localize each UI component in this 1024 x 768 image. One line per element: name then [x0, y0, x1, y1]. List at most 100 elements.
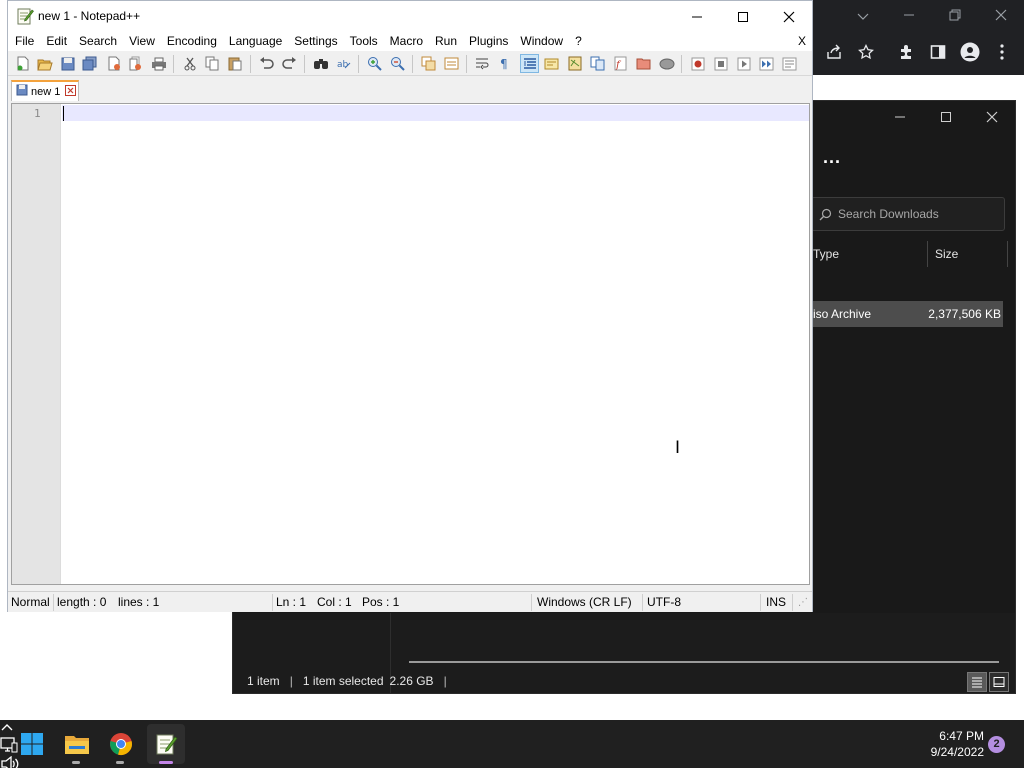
- text-caret: [63, 106, 64, 121]
- active-indicator: [159, 761, 173, 764]
- file-type: iso Archive: [813, 307, 872, 321]
- tab-label: new 1: [31, 85, 61, 98]
- user-language-icon[interactable]: [543, 55, 560, 72]
- horizontal-scrollbar[interactable]: [409, 661, 999, 663]
- document-map-icon[interactable]: [566, 55, 583, 72]
- profile-avatar-icon[interactable]: [956, 38, 984, 66]
- menu-view[interactable]: View: [123, 32, 161, 51]
- copy-icon[interactable]: [204, 55, 221, 72]
- monitoring-icon[interactable]: [658, 55, 675, 72]
- save-macro-icon[interactable]: [781, 55, 798, 72]
- close-file-icon[interactable]: [105, 55, 122, 72]
- close-button[interactable]: [766, 1, 812, 32]
- minimize-button[interactable]: [674, 1, 720, 32]
- close-icon[interactable]: [969, 101, 1015, 133]
- folder-as-workspace-icon[interactable]: [635, 55, 652, 72]
- selected-size: 2.26 GB: [389, 674, 434, 688]
- menu-file[interactable]: File: [8, 32, 40, 51]
- show-all-characters-icon[interactable]: ¶: [496, 55, 513, 72]
- tab-new-1[interactable]: new 1: [11, 80, 79, 101]
- redo-icon[interactable]: [281, 55, 298, 72]
- undo-icon[interactable]: [258, 55, 275, 72]
- column-separator[interactable]: [1007, 241, 1008, 267]
- zoom-out-icon[interactable]: [389, 55, 406, 72]
- toolbar: ab ¶ f: [8, 52, 812, 76]
- save-icon[interactable]: [59, 55, 76, 72]
- menu-tools[interactable]: Tools: [344, 32, 384, 51]
- chrome-taskbar-icon[interactable]: [105, 728, 137, 764]
- document-list-icon[interactable]: [589, 55, 606, 72]
- menu-settings[interactable]: Settings: [288, 32, 343, 51]
- sync-vertical-icon[interactable]: [420, 55, 437, 72]
- menu-window[interactable]: Window: [514, 32, 569, 51]
- close-document-button[interactable]: X: [798, 32, 806, 51]
- details-view-icon[interactable]: [967, 672, 987, 692]
- stop-macro-icon[interactable]: [712, 55, 729, 72]
- status-encoding[interactable]: UTF-8: [647, 592, 681, 613]
- sync-horizontal-icon[interactable]: [443, 55, 460, 72]
- open-file-icon[interactable]: [36, 55, 53, 72]
- status-eol[interactable]: Windows (CR LF): [537, 592, 632, 613]
- save-all-icon[interactable]: [81, 55, 98, 72]
- record-macro-icon[interactable]: [689, 55, 706, 72]
- status-col: Col : 1: [317, 595, 352, 609]
- run-macro-multiple-icon[interactable]: [758, 55, 775, 72]
- star-icon[interactable]: [852, 38, 880, 66]
- playback-macro-icon[interactable]: [735, 55, 752, 72]
- maximize-icon[interactable]: [923, 101, 969, 133]
- maximize-button[interactable]: [720, 1, 766, 32]
- title-bar[interactable]: new 1 - Notepad++: [8, 1, 812, 32]
- function-list-icon[interactable]: f: [612, 55, 629, 72]
- chevron-down-icon[interactable]: [848, 6, 878, 26]
- editor-area[interactable]: 1 Ι: [11, 103, 810, 585]
- tiles-view-icon[interactable]: [989, 672, 1009, 692]
- status-pos: Pos : 1: [362, 595, 400, 609]
- menu-macro[interactable]: Macro: [384, 32, 429, 51]
- toolbar-separator: [173, 55, 174, 73]
- column-header-size[interactable]: Size: [935, 241, 958, 267]
- file-explorer-taskbar-icon[interactable]: [61, 728, 93, 764]
- find-icon[interactable]: [312, 55, 329, 72]
- paste-icon[interactable]: [227, 55, 244, 72]
- replace-icon[interactable]: ab: [335, 55, 352, 72]
- minimize-icon[interactable]: [877, 101, 923, 133]
- menu-run[interactable]: Run: [429, 32, 463, 51]
- status-mode: Normal: [11, 595, 50, 609]
- zoom-in-icon[interactable]: [366, 55, 383, 72]
- chrome-minimize-button[interactable]: [894, 6, 924, 26]
- file-row[interactable]: iso Archive 2,377,506 KB: [811, 301, 1003, 327]
- menu-plugins[interactable]: Plugins: [463, 32, 514, 51]
- status-length: length : 0: [57, 595, 107, 609]
- menu-language[interactable]: Language: [223, 32, 288, 51]
- kebab-menu-icon[interactable]: [988, 38, 1016, 66]
- chrome-restore-button[interactable]: [940, 6, 970, 26]
- print-icon[interactable]: [150, 55, 167, 72]
- ibeam-cursor-icon: Ι: [675, 438, 681, 458]
- window-title: new 1 - Notepad++: [38, 9, 141, 23]
- close-tab-icon[interactable]: [65, 84, 77, 99]
- more-options-button[interactable]: ...: [823, 147, 841, 168]
- side-panel-icon[interactable]: [924, 38, 952, 66]
- menu-search[interactable]: Search: [73, 32, 123, 51]
- file-size: 2,377,506 KB: [928, 307, 1001, 321]
- close-all-icon[interactable]: [127, 55, 144, 72]
- column-separator[interactable]: [927, 241, 928, 267]
- indent-guide-icon[interactable]: [520, 54, 539, 73]
- toolbar-separator: [412, 55, 413, 73]
- system-clock[interactable]: 6:47 PM 9/24/2022: [920, 728, 984, 760]
- menu-edit[interactable]: Edit: [40, 32, 73, 51]
- notification-badge[interactable]: 2: [988, 736, 1005, 753]
- menu-help[interactable]: ?: [569, 32, 588, 51]
- notepadpp-taskbar-icon[interactable]: [150, 728, 182, 764]
- column-header-type[interactable]: Type: [813, 241, 839, 267]
- extensions-icon[interactable]: [892, 38, 920, 66]
- cut-icon[interactable]: [181, 55, 198, 72]
- chrome-close-button[interactable]: [986, 6, 1016, 26]
- menu-encoding[interactable]: Encoding: [161, 32, 223, 51]
- resize-grip-icon[interactable]: ⋰: [798, 592, 808, 613]
- windows-start-icon[interactable]: [16, 728, 48, 760]
- new-file-icon[interactable]: [14, 55, 31, 72]
- share-icon[interactable]: [820, 38, 848, 66]
- word-wrap-icon[interactable]: [474, 55, 491, 72]
- search-downloads-input[interactable]: Search Downloads: [811, 197, 1005, 231]
